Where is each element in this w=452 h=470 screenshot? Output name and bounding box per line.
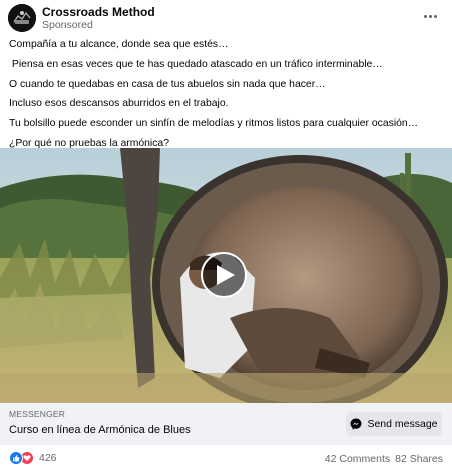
post-footer: 426 42 Comments 82 Shares [0,445,452,470]
play-icon [217,265,235,285]
reactions-summary[interactable]: 426 [9,451,57,465]
post-text-line: Incluso esos descansos aburridos en el t… [9,98,229,110]
reaction-count: 426 [39,452,57,464]
post-text-line: Piensa en esas veces que te has quedado … [9,58,383,70]
sponsored-label[interactable]: Sponsored [42,19,93,31]
cta-source-label: MESSENGER [9,409,66,419]
more-options-icon[interactable] [420,8,440,24]
post-text-line: Compañía a tu alcance, donde sea que est… [9,39,229,50]
shares-count-link[interactable]: 82 Shares [395,453,443,465]
video-player[interactable] [0,148,452,403]
play-button[interactable] [201,252,247,298]
post-text-line: O cuando te quedabas en casa de tus abue… [9,78,326,90]
cta-title[interactable]: Curso en línea de Armónica de Blues [9,424,191,436]
messenger-icon [350,418,362,430]
post-header: Crossroads Method Sponsored [0,0,452,36]
send-message-button[interactable]: Send message [346,412,442,436]
post-stats: 42 Comments 82 Shares [325,453,443,465]
post-text: Compañía a tu alcance, donde sea que est… [9,38,445,157]
post-text-line: Tu bolsillo puede esconder un sinfín de … [9,118,419,130]
send-message-label: Send message [367,418,438,430]
crossroads-logo-icon [8,4,36,32]
like-icon [9,451,23,465]
comments-count-link[interactable]: 42 Comments [325,453,390,465]
call-to-action-bar[interactable]: MESSENGER Curso en línea de Armónica de … [0,403,452,445]
page-avatar[interactable] [8,4,36,32]
page-name-link[interactable]: Crossroads Method [42,5,155,19]
